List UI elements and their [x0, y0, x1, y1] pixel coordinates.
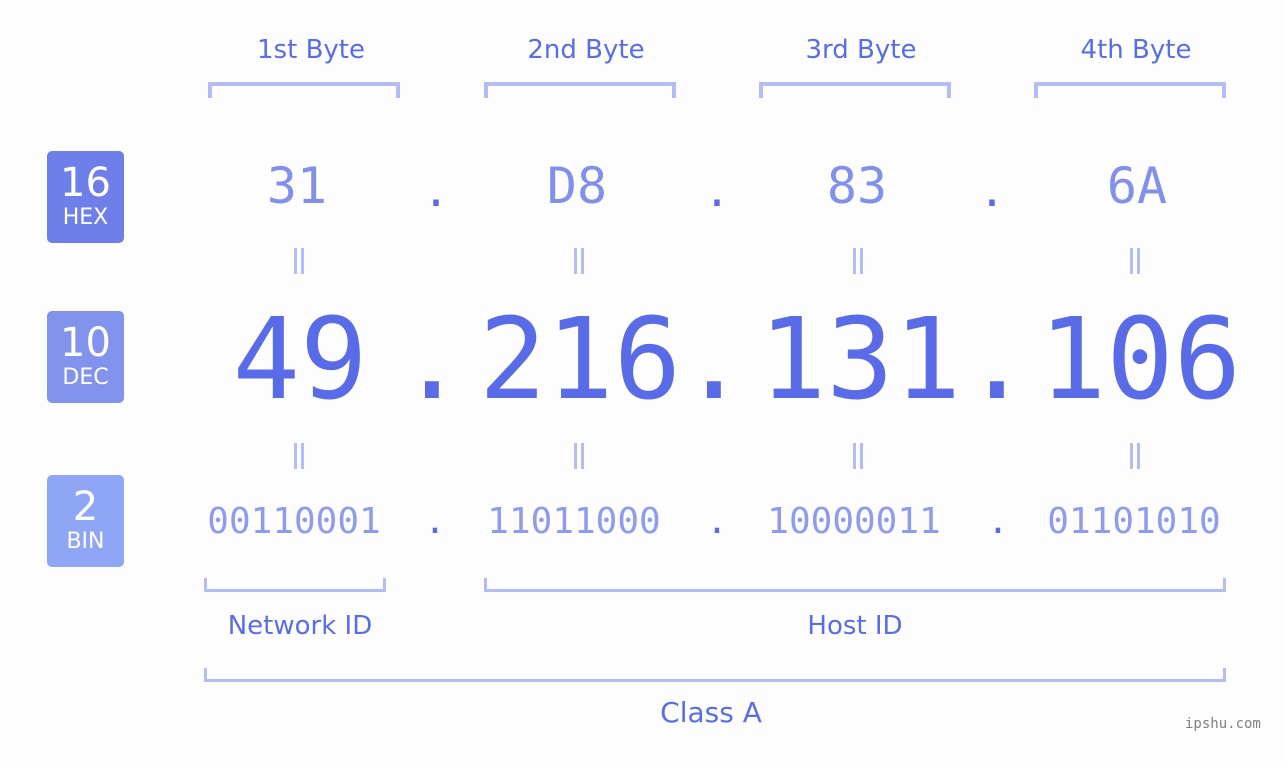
bin-badge: 2 BIN	[47, 475, 124, 567]
dec-value-4: 106	[1038, 295, 1242, 425]
dec-base-label: DEC	[62, 365, 109, 390]
byte-title-3: 3rd Byte	[805, 35, 917, 65]
hex-value-2: D8	[546, 157, 608, 215]
bin-value-2: 11011000	[487, 501, 661, 542]
byte-title-1: 1st Byte	[257, 35, 365, 65]
hex-separator-3: .	[978, 166, 1006, 217]
bin-separator-3: .	[987, 501, 1009, 542]
byte-title-4: 4th Byte	[1080, 35, 1192, 65]
equals-icon	[851, 248, 865, 274]
hex-base-label: HEX	[62, 205, 109, 230]
hex-separator-1: .	[422, 166, 450, 217]
network-id-bracket	[204, 578, 386, 592]
byte-bracket-3	[759, 82, 951, 98]
hex-badge: 16 HEX	[47, 151, 124, 243]
byte-bracket-2	[484, 82, 676, 98]
equals-icon	[292, 248, 306, 274]
hex-value-4: 6A	[1106, 157, 1168, 215]
bin-separator-2: .	[706, 501, 728, 542]
dec-badge: 10 DEC	[47, 311, 124, 403]
byte-title-2: 2nd Byte	[527, 35, 645, 65]
network-id-label: Network ID	[227, 611, 373, 641]
byte-bracket-4	[1034, 82, 1226, 98]
equals-icon	[1128, 248, 1142, 274]
hex-base-number: 16	[60, 160, 111, 206]
equals-icon	[292, 443, 306, 469]
bin-value-1: 00110001	[207, 501, 381, 542]
site-logo: ipshu.com	[1185, 716, 1261, 732]
dec-base-number: 10	[60, 320, 111, 366]
byte-bracket-1	[208, 82, 400, 98]
equals-icon	[1128, 443, 1142, 469]
equals-icon	[851, 443, 865, 469]
equals-icon	[572, 443, 586, 469]
bin-separator-1: .	[424, 501, 446, 542]
hex-value-1: 31	[266, 157, 328, 215]
host-id-label: Host ID	[807, 611, 903, 641]
bin-base-number: 2	[72, 484, 99, 530]
bin-base-label: BIN	[66, 529, 105, 554]
equals-icon	[572, 248, 586, 274]
hex-value-3: 83	[826, 157, 888, 215]
host-id-bracket	[484, 578, 1226, 592]
bin-value-4: 01101010	[1047, 501, 1221, 542]
bin-value-3: 10000011	[767, 501, 941, 542]
class-label: Class A	[660, 696, 762, 729]
hex-separator-2: .	[703, 166, 731, 217]
class-bracket	[204, 668, 1226, 682]
